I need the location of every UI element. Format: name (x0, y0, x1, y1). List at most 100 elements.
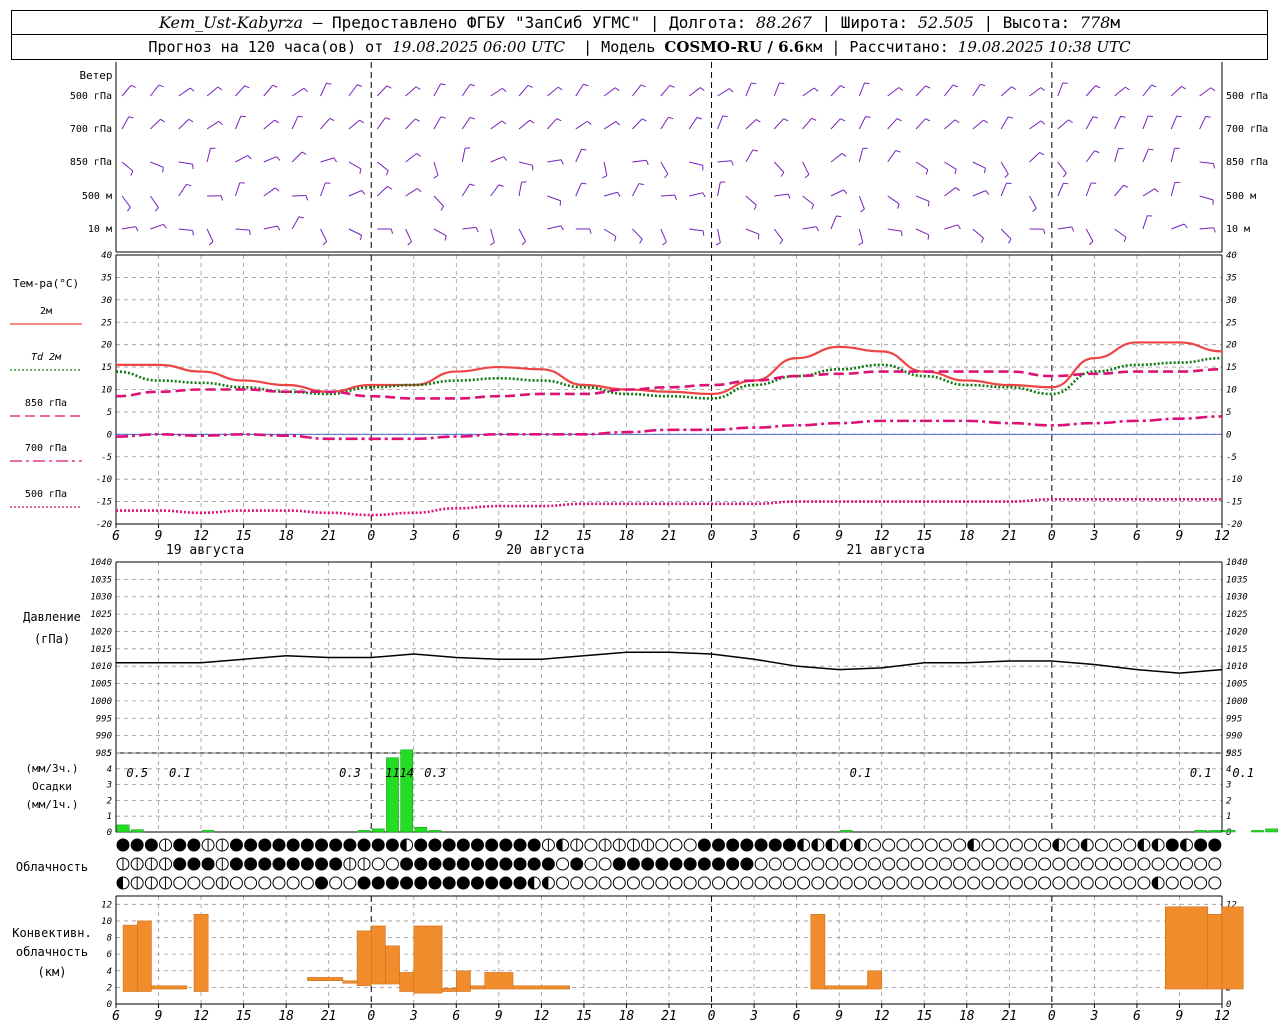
wind-barb (1199, 116, 1207, 130)
cloud-symbol-half (1152, 877, 1159, 889)
precip-ytick-left: 0 (107, 828, 112, 838)
wind-barb (632, 183, 640, 197)
cloud-symbol (754, 838, 768, 852)
wind-barb-flag (1040, 120, 1046, 125)
wind-barb (972, 161, 986, 169)
cloud-symbol (527, 838, 541, 852)
wind-barb-flag (297, 115, 304, 118)
convective-hour-axis-label: 3 (409, 1009, 418, 1024)
wind-barb-flag (715, 242, 721, 246)
temp-hour-axis-label: 21 (321, 529, 337, 544)
convective-ytick-left: 4 (107, 967, 112, 977)
pressure-ytick-right: 990 (1226, 732, 1242, 742)
wind-barb (1170, 148, 1176, 163)
wind-barb (291, 216, 300, 230)
cloud-symbol (173, 838, 187, 852)
convective-cell (1221, 906, 1244, 990)
wind-barb-flag (359, 119, 365, 124)
wind-barb (1170, 86, 1182, 97)
wind-barb (1085, 150, 1096, 163)
cloud-symbol (385, 838, 399, 852)
wind-barb (490, 87, 503, 97)
cloud-symbol (1194, 838, 1208, 852)
wind-barb-flag (361, 190, 366, 195)
pressure-line (116, 651, 1223, 674)
pressure-ylabel: Давление (23, 610, 81, 624)
wind-barb-flag (386, 85, 392, 89)
cloud-symbol (116, 838, 130, 852)
convective-ytick-left: 12 (101, 900, 112, 910)
wind-barb-flag (980, 237, 984, 243)
wind-barb (802, 161, 810, 175)
cloud-symbol (315, 838, 329, 852)
cloud-symbol-half (542, 877, 549, 889)
convective-hour-axis-label: 3 (1089, 1009, 1098, 1024)
precip-bar (116, 824, 130, 833)
wind-barb (915, 228, 930, 236)
wind-barb-flag (1008, 116, 1014, 119)
wind-barb (802, 226, 817, 230)
cloud-symbol (612, 857, 626, 871)
wind-barb (1000, 116, 1009, 130)
wind-barb (915, 161, 929, 171)
precip-bar (1194, 830, 1208, 833)
temp-ytick-right: 25 (1226, 318, 1237, 328)
cloud-symbol (442, 838, 456, 852)
convective-hour-axis-label: 18 (278, 1009, 294, 1024)
cloud-symbol (1066, 876, 1080, 890)
wind-barb-flag (613, 236, 617, 242)
wind-barb-flag (669, 84, 675, 88)
wind-barb-flag (615, 121, 621, 126)
cloud-symbol (229, 857, 243, 871)
wind-barb-flag (864, 82, 870, 85)
wind-barb (235, 154, 249, 163)
wind-barb (745, 119, 757, 130)
wind-barb-flag (1125, 86, 1130, 91)
wind-barb (773, 82, 780, 97)
cloud-symbol (924, 876, 938, 890)
convective-cell (399, 972, 415, 992)
pressure-ytick-right: 1035 (1226, 575, 1248, 585)
wind-barb-flag (305, 195, 309, 201)
wind-barb-flag (1094, 150, 1100, 154)
convective-cell (810, 914, 826, 990)
wind-barb-flag (130, 84, 136, 88)
cloud-symbol (1194, 876, 1208, 890)
wind-barb (433, 116, 442, 130)
precip-value-label: 0.3 (339, 766, 361, 780)
convective-cell (193, 914, 209, 992)
cloud-symbol (669, 838, 683, 852)
convective-hour-axis-label: 12 (874, 1009, 890, 1024)
wind-barb (603, 121, 617, 130)
cloud-symbol (1109, 838, 1123, 852)
wind-barb-flag (927, 201, 930, 207)
wind-barb (1199, 195, 1214, 201)
wind-barb-flag (702, 192, 706, 198)
wind-barb (234, 182, 241, 197)
wind-barb-flag (638, 183, 644, 186)
wind-barb (1199, 227, 1214, 230)
cloud-symbol (144, 838, 158, 852)
wind-barb (1142, 215, 1148, 230)
wind-barb (547, 118, 558, 130)
wind-barb (944, 187, 956, 197)
wind-barb (461, 84, 471, 97)
wind-barb-flag (751, 82, 757, 85)
cloud-symbol (882, 838, 896, 852)
wind-barb-flag (901, 231, 903, 237)
wind-barb (433, 161, 439, 176)
wind-barb (1000, 228, 1012, 240)
cloud-symbol (456, 838, 470, 852)
temp-hour-axis-label: 0 (708, 529, 716, 544)
wind-barb (1199, 161, 1214, 164)
wind-barb (603, 191, 618, 197)
cloud-symbol (683, 838, 697, 852)
wind-barb-flag (1006, 182, 1012, 185)
cloud-symbol (1052, 876, 1066, 890)
cloud-symbol-half (854, 839, 861, 851)
cloud-symbol (513, 857, 527, 871)
temp-hour-axis-label: 12 (193, 529, 209, 544)
precip-ytick-left: 2 (107, 796, 112, 806)
wind-barb-flag (162, 167, 164, 173)
wind-barb-flag (1181, 85, 1187, 90)
